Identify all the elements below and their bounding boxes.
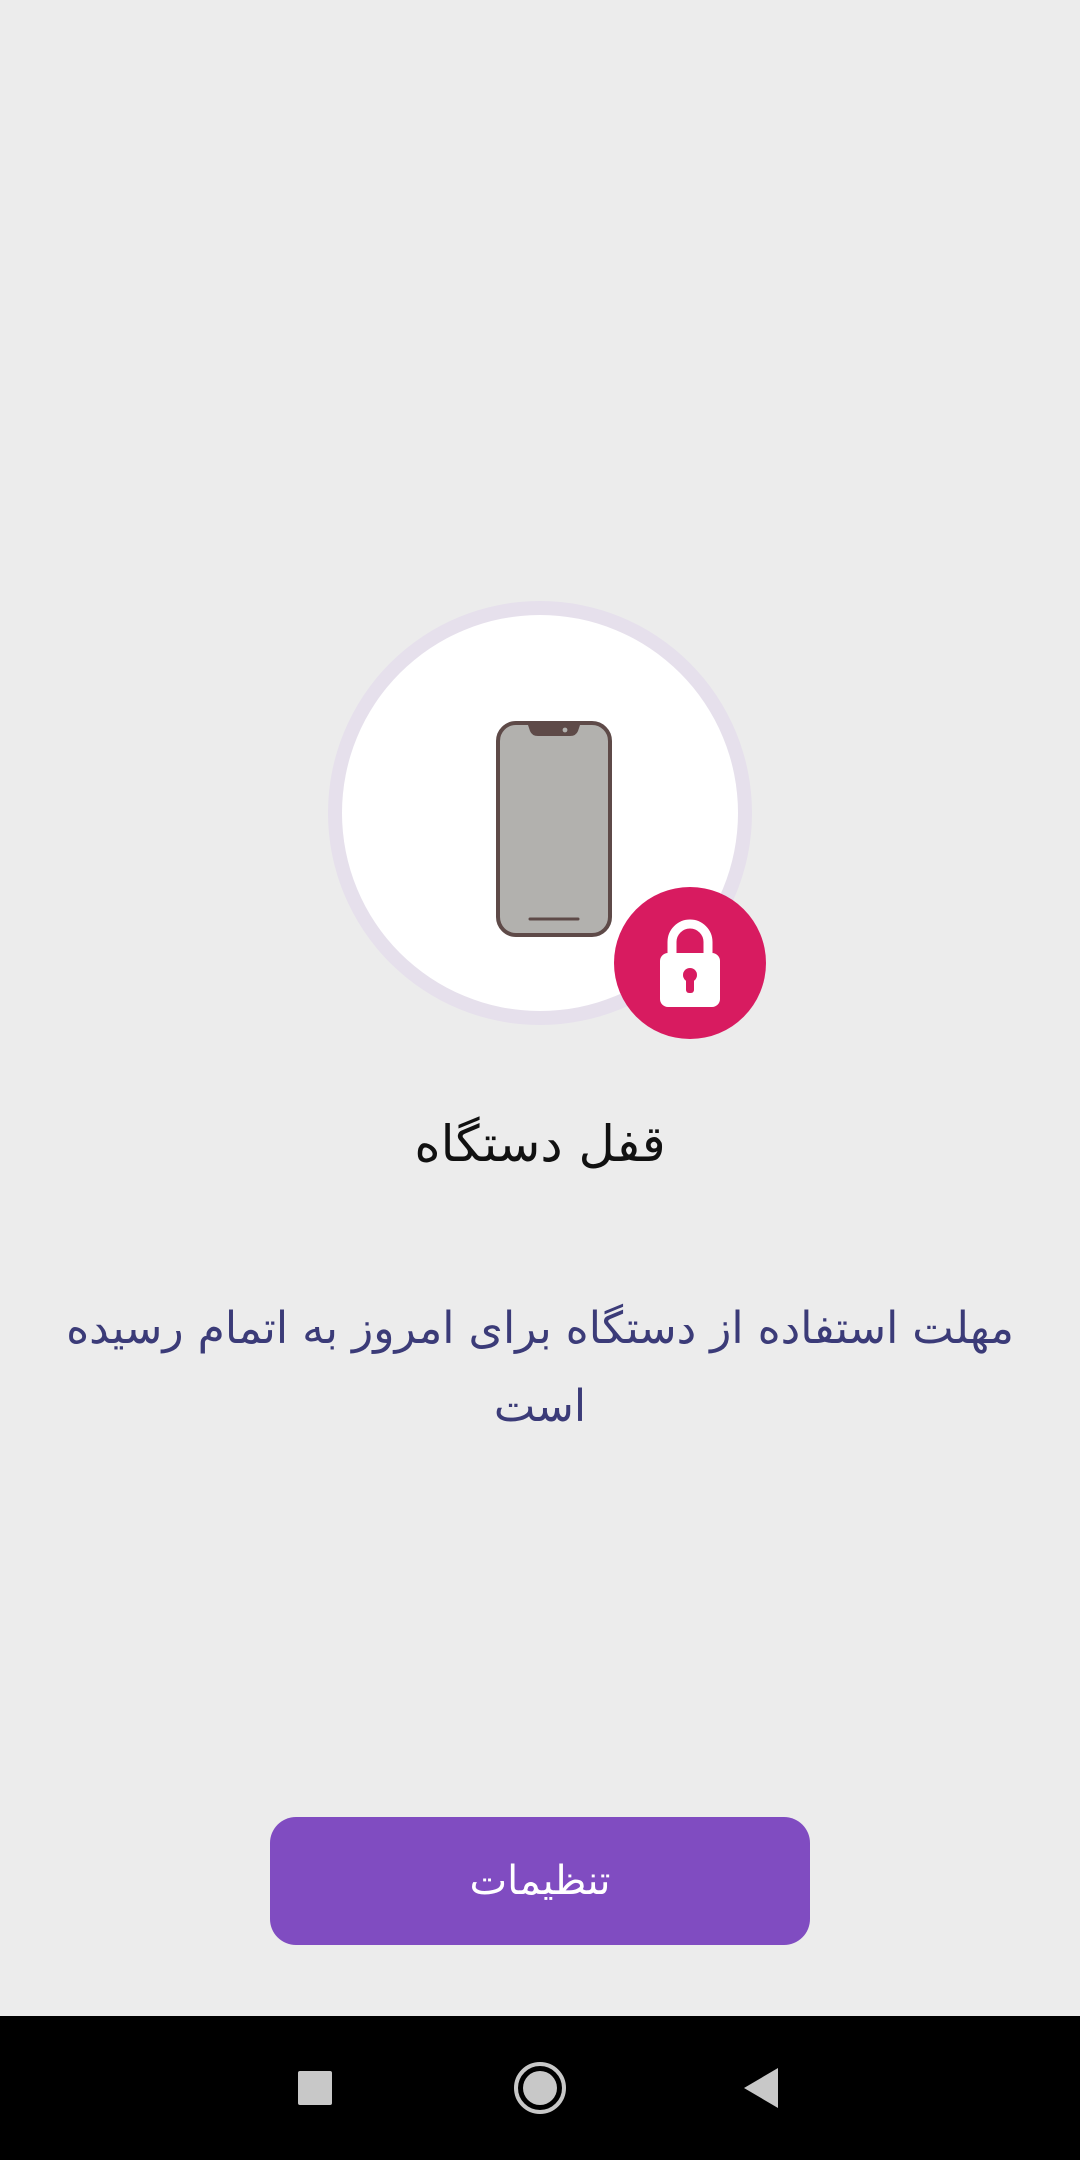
lock-icon: [660, 919, 720, 1007]
recents-button[interactable]: [255, 2016, 375, 2160]
system-navigation-bar: [0, 2016, 1080, 2160]
content-area: قفل دستگاه مهلت استفاده از دستگاه برای ا…: [0, 0, 1080, 2016]
lock-badge: [614, 887, 766, 1039]
lock-message: مهلت استفاده از دستگاه برای امروز به اتم…: [66, 1303, 1014, 1432]
smartphone-icon: [496, 721, 612, 937]
home-icon: [514, 2062, 566, 2114]
page-title: قفل دستگاه: [414, 1115, 666, 1173]
locked-device-illustration: [328, 601, 766, 1039]
device-lock-screen: قفل دستگاه مهلت استفاده از دستگاه برای ا…: [0, 0, 1080, 2160]
settings-button[interactable]: تنظیمات: [270, 1817, 810, 1945]
home-button[interactable]: [480, 2016, 600, 2160]
back-button[interactable]: [700, 2016, 820, 2160]
back-icon: [744, 2068, 778, 2108]
recents-icon: [298, 2071, 332, 2105]
